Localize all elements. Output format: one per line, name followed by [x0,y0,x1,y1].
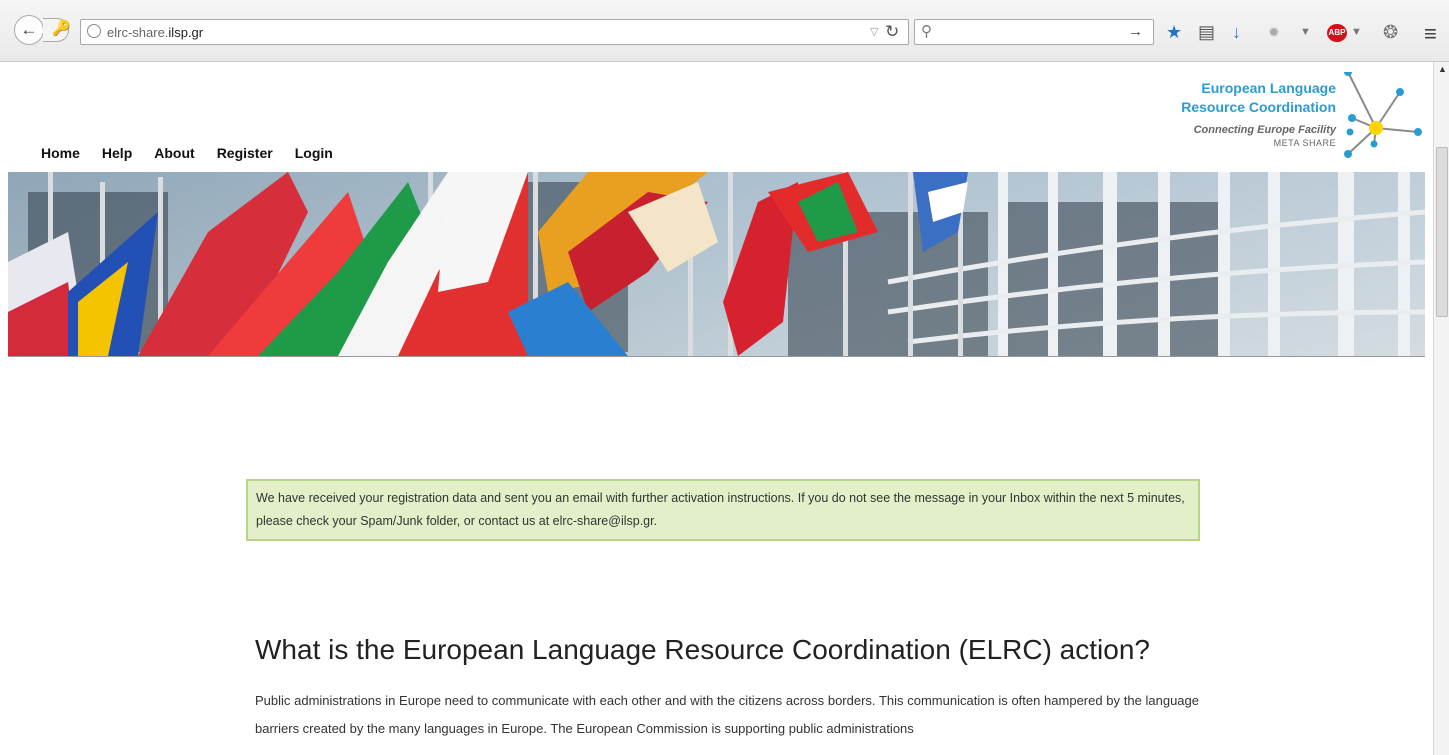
key-icon[interactable]: 🔑 [52,19,71,37]
nav-home[interactable]: Home [41,145,80,161]
browser-toolbar: ← 🔑 elrc-share.ilsp.gr ▽ ↻ ⚲ → ★ ▤ ↓ ✹ ▼… [0,0,1449,62]
logo-line-1: European Language [1201,80,1336,96]
network-graphic [1344,72,1422,158]
logo-line-4: META SHARE [1273,138,1336,148]
main-nav: Home Help About Register Login [41,145,355,161]
globe-icon [87,24,101,38]
back-button[interactable]: ← [14,15,44,45]
search-icon: ⚲ [921,23,932,40]
adblock-icon[interactable]: ABP [1327,24,1347,42]
nav-login[interactable]: Login [295,145,333,161]
search-input[interactable]: ⚲ → [914,19,1154,45]
star-icon[interactable]: ★ [1166,23,1182,41]
url-dropdown-icon[interactable]: ▽ [870,25,878,38]
extension-dropdown-icon[interactable]: ▼ [1300,23,1311,41]
vpn-icon[interactable]: ❂ [1383,23,1398,41]
page-scrollbar[interactable]: ▲ [1433,62,1449,755]
address-bar[interactable]: elrc-share.ilsp.gr ▽ ↻ [80,19,909,45]
adblock-dropdown-icon[interactable]: ▼ [1351,23,1362,41]
nav-about[interactable]: About [154,145,194,161]
elrc-logo[interactable]: European Language Resource Coordination … [1176,72,1431,167]
scroll-thumb[interactable] [1436,147,1448,317]
extension-icon[interactable]: ✹ [1268,23,1280,41]
scroll-up-icon[interactable]: ▲ [1438,64,1447,74]
nav-help[interactable]: Help [102,145,132,161]
nav-register[interactable]: Register [217,145,273,161]
reading-list-icon[interactable]: ▤ [1198,23,1215,41]
registration-notice: We have received your registration data … [246,479,1200,541]
reload-icon[interactable]: ↻ [885,22,899,42]
menu-icon[interactable]: ≡ [1424,21,1437,47]
back-icon: ← [20,20,38,39]
download-icon[interactable]: ↓ [1232,23,1241,41]
url-text[interactable]: elrc-share.ilsp.gr [107,25,203,40]
logo-line-3: Connecting Europe Facility [1193,124,1336,136]
search-go-icon[interactable]: → [1128,23,1143,40]
page-heading: What is the European Language Resource C… [255,634,1150,665]
hero-banner-image [8,172,1425,357]
page-content: Home Help About Register Login European … [8,62,1433,755]
logo-line-2: Resource Coordination [1181,99,1336,115]
intro-paragraph: Public administrations in Europe need to… [255,693,1199,736]
